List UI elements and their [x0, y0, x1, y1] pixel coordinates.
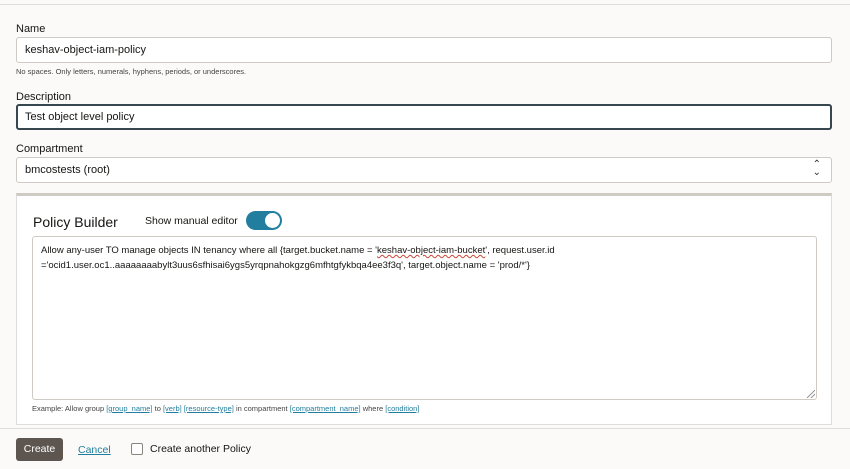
top-divider [0, 4, 850, 5]
toggle-knob [265, 213, 280, 228]
description-input[interactable]: Test object level policy [16, 104, 832, 130]
resize-handle-icon[interactable] [807, 390, 815, 398]
example-text: in compartment [235, 404, 288, 413]
example-text: Example: Allow group [32, 404, 105, 413]
cancel-link[interactable]: Cancel [78, 444, 111, 456]
resource-type-link[interactable]: [resource-type] [184, 404, 234, 413]
policy-example: Example: Allow group [group_name] to [ve… [32, 404, 419, 413]
example-text: to [154, 404, 161, 413]
name-hint: No spaces. Only letters, numerals, hyphe… [16, 67, 247, 76]
name-label: Name [16, 23, 46, 35]
manual-editor-toggle[interactable] [246, 211, 282, 230]
statement-bucket: keshav-object-iam-bucket [377, 245, 486, 256]
compartment-value: bmcostests (root) [25, 164, 110, 176]
verb-link[interactable]: [verb] [163, 404, 182, 413]
create-button[interactable]: Create [16, 438, 63, 461]
create-another-label: Create another Policy [150, 443, 251, 455]
compartment-select[interactable]: bmcostests (root) ⌃ ⌄ [16, 157, 832, 183]
chevron-up-down-icon: ⌃ ⌄ [812, 159, 821, 178]
create-another-checkbox[interactable] [131, 443, 143, 455]
compartment-label: Compartment [16, 143, 83, 155]
footer-divider [0, 428, 850, 429]
compartment-name-link[interactable]: [compartment_name] [290, 404, 361, 413]
manual-editor-label: Show manual editor [145, 215, 238, 227]
description-label: Description [16, 91, 72, 103]
policy-builder-title: Policy Builder [33, 214, 118, 230]
condition-link[interactable]: [condition] [385, 404, 419, 413]
example-text: where [362, 404, 384, 413]
policy-builder-panel: Policy Builder Show manual editor Allow … [16, 193, 832, 425]
policy-statement-textarea[interactable]: Allow any-user TO manage objects IN tena… [32, 236, 817, 400]
name-input[interactable]: keshav-object-iam-policy [16, 37, 832, 63]
group-name-link[interactable]: [group_name] [106, 404, 152, 413]
statement-text: Allow any-user TO manage objects IN tena… [41, 245, 377, 256]
